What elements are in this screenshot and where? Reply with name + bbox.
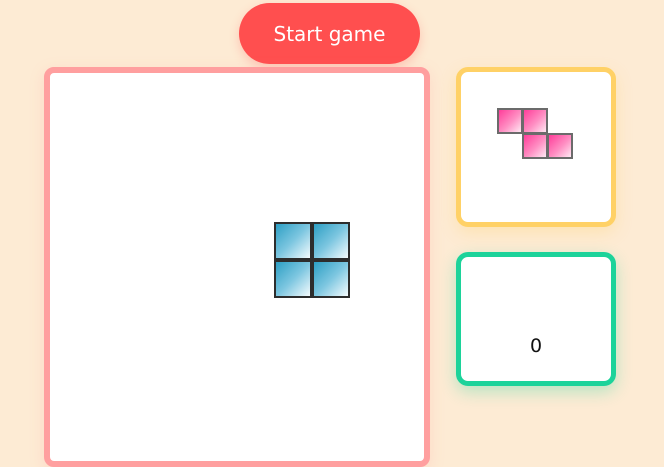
current-piece-block: [274, 260, 312, 298]
current-piece-block: [312, 222, 350, 260]
score-value: 0: [529, 335, 543, 357]
next-piece-block: [497, 108, 523, 134]
next-piece-block: [547, 133, 573, 159]
next-piece-panel: [456, 67, 616, 227]
next-piece-block: [522, 133, 548, 159]
current-piece-block: [312, 260, 350, 298]
game-board[interactable]: [44, 67, 430, 467]
start-game-button[interactable]: Start game: [239, 3, 420, 64]
next-piece-block: [522, 108, 548, 134]
score-panel: 0: [456, 252, 616, 386]
current-piece-block: [274, 222, 312, 260]
